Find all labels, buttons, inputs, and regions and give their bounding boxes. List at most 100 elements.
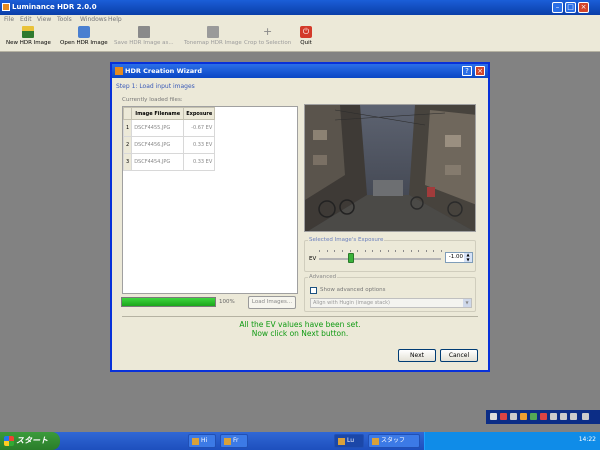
slider-tick — [334, 250, 336, 252]
crop-button[interactable]: + Crop to Selection — [244, 25, 292, 47]
save-disk-icon — [137, 26, 150, 38]
status-message: All the EV values have been set. Now cli… — [112, 320, 488, 338]
power-icon: ⏻ — [300, 26, 312, 38]
tonemap-label: Tonemap HDR Image — [184, 40, 242, 46]
dialog-titlebar[interactable]: HDR Creation Wizard ? × — [112, 64, 488, 78]
menu-file[interactable]: File — [4, 16, 14, 23]
row-exposure: 0.33 EV — [183, 136, 216, 154]
slider-tick — [433, 250, 435, 252]
row-index: 3 — [122, 153, 133, 171]
slider-tick — [380, 250, 381, 252]
ev-prefix: EV — [309, 256, 317, 262]
menu-tools[interactable]: Tools — [57, 16, 72, 23]
ime-icon[interactable] — [500, 413, 507, 420]
table-row[interactable]: 3 DSCF4454.JPG 0.33 EV — [122, 153, 216, 171]
dialog-close-button[interactable]: × — [475, 66, 485, 76]
menu-windows[interactable]: Windows — [80, 16, 107, 23]
alignment-select[interactable]: Align with Hugin (image stack) ▼ — [310, 298, 472, 308]
slider-tick — [425, 250, 427, 252]
quit-button[interactable]: ⏻ Quit — [300, 26, 312, 46]
caps-icon[interactable] — [560, 413, 567, 420]
street-photo — [305, 105, 475, 231]
new-hdr-button[interactable]: New HDR Image — [6, 26, 51, 46]
files-panel: Currently loaded files: Image Filename E… — [122, 97, 298, 310]
dialog-title: HDR Creation Wizard — [125, 67, 202, 75]
advanced-options-checkbox[interactable] — [310, 287, 317, 294]
ev-spinbox[interactable]: -1.00 ▲ ▼ — [445, 252, 473, 263]
cancel-button[interactable]: Cancel — [440, 349, 478, 362]
files-list[interactable]: Image Filename Exposure 1 DSCF4455.JPG -… — [122, 106, 298, 294]
files-label: Currently loaded files: — [122, 97, 183, 103]
save-hdr-label: Save HDR Image as... — [114, 40, 174, 46]
step-title: Step 1: Load input images — [116, 83, 195, 90]
kana-icon[interactable] — [570, 413, 577, 420]
mode-icon[interactable] — [530, 413, 537, 420]
menubar: File Edit View Tools Windows Help — [0, 15, 600, 24]
menu-view[interactable]: View — [37, 16, 51, 23]
app-icon — [2, 3, 10, 11]
slider-tick — [326, 250, 328, 252]
load-images-button[interactable]: Load Images... — [248, 296, 296, 309]
row-exposure: 0.33 EV — [183, 153, 216, 171]
task-button[interactable]: Fr — [220, 434, 248, 448]
ev-value: -1.00 — [448, 254, 463, 260]
row-filename: DSCF4455.JPG — [131, 119, 185, 137]
open-folder-icon — [77, 26, 90, 38]
option-icon[interactable] — [550, 413, 557, 420]
tonemap-button[interactable]: Tonemap HDR Image — [184, 26, 242, 46]
open-hdr-button[interactable]: Open HDR Image — [60, 26, 108, 46]
save-hdr-button[interactable]: Save HDR Image as... — [114, 26, 174, 46]
row-index: 1 — [122, 119, 133, 137]
close-button[interactable]: × — [578, 2, 589, 13]
language-bar — [486, 410, 600, 424]
row-filename: DSCF4454.JPG — [131, 153, 185, 171]
task-button-active[interactable]: Lu — [334, 434, 364, 448]
header-exposure[interactable]: Exposure — [183, 107, 216, 120]
menu-icon[interactable] — [582, 413, 589, 420]
lang-icon[interactable] — [490, 413, 497, 420]
image-preview — [304, 104, 476, 232]
slider-tick — [364, 250, 366, 252]
next-button[interactable]: Next — [398, 349, 436, 362]
crop-label: Crop to Selection — [244, 40, 292, 46]
hdr-wizard-dialog: HDR Creation Wizard ? × Step 1: Load inp… — [110, 62, 490, 372]
open-hdr-label: Open HDR Image — [60, 40, 108, 46]
ev-slider-handle[interactable] — [347, 253, 354, 263]
chevron-down-icon: ▼ — [463, 299, 471, 307]
spin-arrows-icon[interactable]: ▲ ▼ — [464, 252, 472, 262]
slider-tick — [387, 250, 389, 252]
start-label: スタート — [16, 436, 48, 445]
ev-slider[interactable] — [319, 258, 441, 260]
taskbar: スタート Hi Fr Lu スタッフ 14:22 — [0, 432, 600, 450]
row-index: 2 — [122, 136, 133, 154]
app-titlebar[interactable]: Luminance HDR 2.0.0 – □ × — [0, 0, 600, 15]
table-row[interactable]: 1 DSCF4455.JPG -0.67 EV — [122, 119, 216, 137]
row-filename: DSCF4456.JPG — [131, 136, 185, 154]
load-progress-bar — [121, 297, 216, 307]
task-button[interactable]: Hi — [188, 434, 216, 448]
divider — [122, 316, 478, 317]
tool-icon[interactable] — [520, 413, 527, 420]
help-button[interactable]: ? — [462, 66, 472, 76]
minimize-button[interactable]: – — [552, 2, 563, 13]
table-row[interactable]: 2 DSCF4456.JPG 0.33 EV — [122, 136, 216, 154]
quit-label: Quit — [300, 40, 312, 46]
start-button[interactable]: スタート — [0, 432, 60, 450]
files-table: Image Filename Exposure 1 DSCF4455.JPG -… — [122, 107, 216, 171]
task-button[interactable]: スタッフ — [368, 434, 420, 448]
help-icon[interactable] — [540, 413, 547, 420]
crop-icon: + — [262, 25, 273, 38]
status-line-2: Now click on Next button. — [251, 329, 349, 338]
row-exposure: -0.67 EV — [183, 119, 216, 137]
header-filename[interactable]: Image Filename — [131, 107, 185, 120]
slider-tick — [418, 250, 420, 252]
slider-tick — [410, 250, 412, 252]
menu-edit[interactable]: Edit — [20, 16, 32, 23]
exposure-group: Selected Image's Exposure EV -1.00 ▲ ▼ — [304, 237, 476, 272]
menu-help[interactable]: Help — [108, 16, 122, 23]
exposure-group-title: Selected Image's Exposure — [308, 237, 385, 243]
maximize-button[interactable]: □ — [565, 2, 576, 13]
advanced-options-label[interactable]: Show advanced options — [320, 287, 385, 293]
pad-icon[interactable] — [510, 413, 517, 420]
slider-tick — [372, 250, 374, 252]
